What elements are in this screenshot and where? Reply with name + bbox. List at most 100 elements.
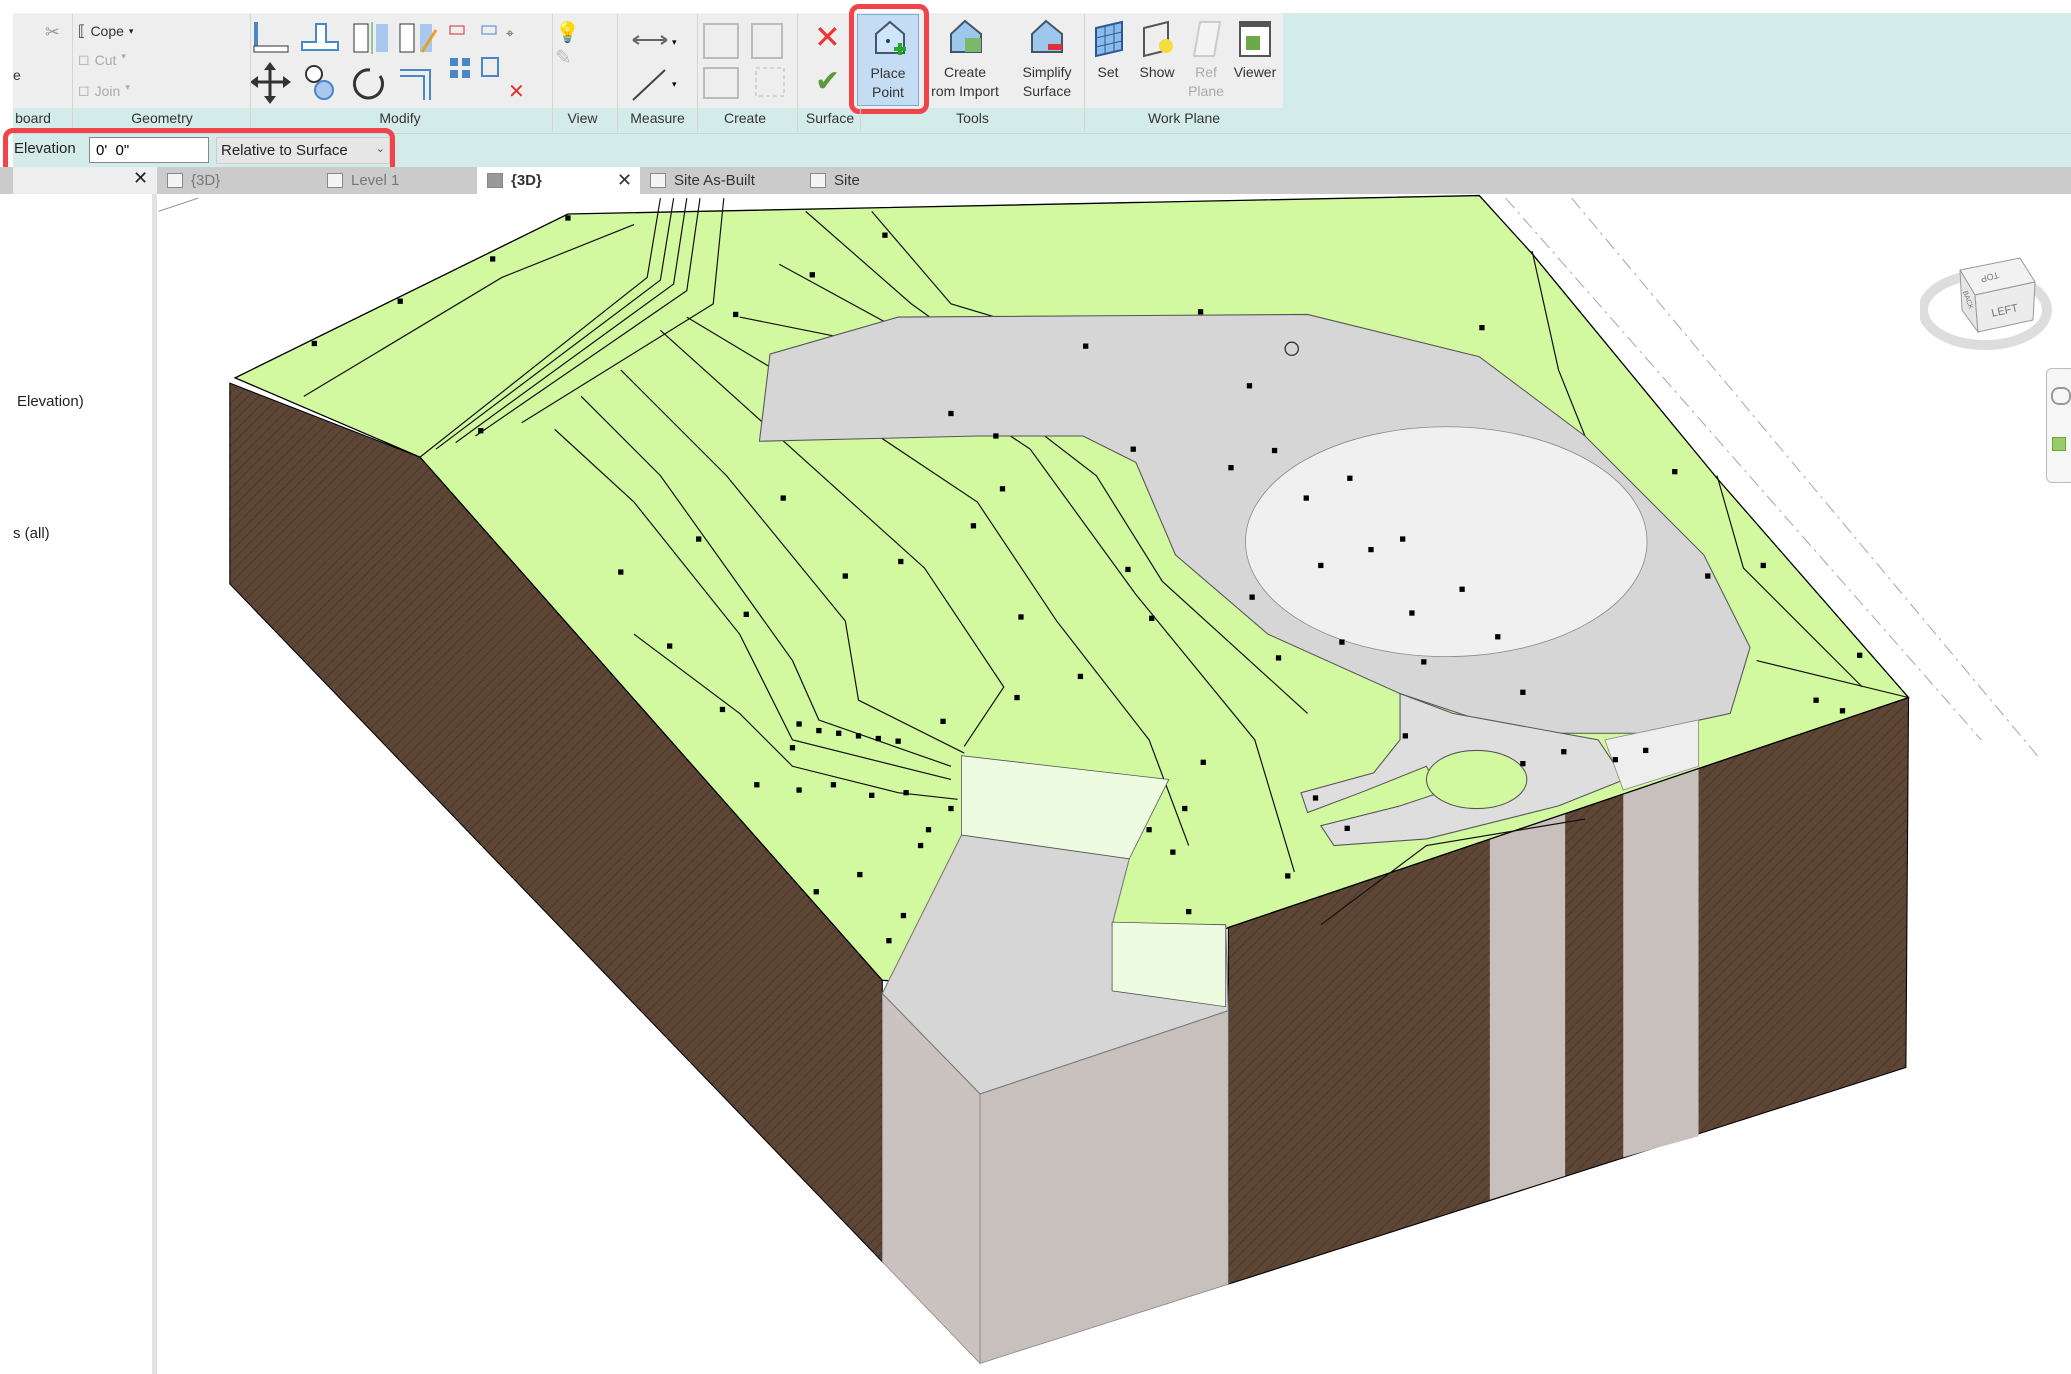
topo-point[interactable] xyxy=(1409,610,1415,616)
show-work-plane-button[interactable]: Show xyxy=(1134,18,1180,106)
topo-point[interactable] xyxy=(857,871,863,878)
topo-point[interactable] xyxy=(903,790,909,796)
topo-point[interactable] xyxy=(719,706,726,713)
topo-point[interactable] xyxy=(1200,759,1206,765)
topo-point[interactable] xyxy=(1249,594,1255,600)
topo-point[interactable] xyxy=(948,805,954,812)
finish-surface-button[interactable]: ✔ xyxy=(815,64,840,99)
viewer-button[interactable]: Viewer xyxy=(1230,18,1280,106)
topo-point[interactable] xyxy=(1672,469,1678,475)
topo-point[interactable] xyxy=(490,256,496,262)
topo-point[interactable] xyxy=(1339,639,1345,645)
topo-point[interactable] xyxy=(1271,447,1278,454)
cut-geometry-button[interactable]: ◻ Cut ▾ xyxy=(78,51,126,70)
topo-point[interactable] xyxy=(1228,465,1234,471)
property-row[interactable]: s (all) xyxy=(13,525,50,542)
topo-point[interactable] xyxy=(733,311,739,318)
topo-point[interactable] xyxy=(1760,562,1766,569)
cancel-surface-button[interactable]: ✕ xyxy=(814,18,841,56)
topo-point[interactable] xyxy=(813,889,819,895)
topo-point[interactable] xyxy=(1400,536,1406,542)
topo-point[interactable] xyxy=(666,643,673,649)
topo-point[interactable] xyxy=(940,718,946,724)
topo-point[interactable] xyxy=(886,938,892,944)
tab-level-1[interactable]: Level 1 xyxy=(317,167,477,194)
align-icon[interactable] xyxy=(253,22,289,53)
topo-point[interactable] xyxy=(1459,586,1465,592)
topo-point[interactable] xyxy=(1479,325,1485,331)
topo-point[interactable] xyxy=(1344,825,1350,832)
close-panel-icon[interactable]: ✕ xyxy=(133,168,148,189)
view-tools-icons[interactable]: 💡 ✎ xyxy=(555,20,625,105)
copy-icon[interactable] xyxy=(305,65,334,100)
topo-point[interactable] xyxy=(1421,659,1427,665)
topo-point[interactable] xyxy=(1014,694,1020,701)
topo-point[interactable] xyxy=(1083,343,1089,349)
topo-point[interactable] xyxy=(397,298,403,304)
topo-point[interactable] xyxy=(1561,749,1567,755)
cut-scissors-icon[interactable]: ✂ xyxy=(45,22,63,42)
topo-point[interactable] xyxy=(875,735,881,742)
close-tab-icon[interactable]: ✕ xyxy=(617,167,632,194)
steering-wheel-icon[interactable] xyxy=(2051,387,2071,405)
simplify-surface-button[interactable]: Simplify Surface xyxy=(1012,18,1082,106)
tab-site[interactable]: Site xyxy=(800,167,960,194)
topo-point[interactable] xyxy=(993,433,999,439)
topo-point[interactable] xyxy=(796,721,802,727)
join-button[interactable]: ◻ Join ▾ xyxy=(78,82,130,101)
viewcube[interactable]: TOP LEFT BACK xyxy=(1918,240,2060,360)
property-row[interactable]: Elevation) xyxy=(17,393,84,410)
topo-point[interactable] xyxy=(1125,566,1131,573)
mirror-axis-icon[interactable] xyxy=(353,22,388,54)
topo-point[interactable] xyxy=(1285,873,1291,879)
topo-point[interactable] xyxy=(1402,733,1408,739)
rotate-icon[interactable] xyxy=(352,68,384,100)
topo-point[interactable] xyxy=(999,486,1006,492)
topo-point[interactable] xyxy=(1705,573,1711,579)
topo-point[interactable] xyxy=(855,733,862,739)
topo-point[interactable] xyxy=(1368,546,1374,553)
topo-point[interactable] xyxy=(836,730,842,736)
topo-point[interactable] xyxy=(1018,614,1024,620)
delete-icon[interactable]: ✕⌖ xyxy=(506,25,525,103)
topo-point[interactable] xyxy=(869,792,875,798)
topo-point[interactable] xyxy=(1520,689,1526,695)
topo-point[interactable] xyxy=(1182,805,1188,812)
zoom-region-icon[interactable] xyxy=(2052,437,2066,451)
topo-point[interactable] xyxy=(917,842,924,849)
topo-point[interactable] xyxy=(1197,309,1204,315)
topo-point[interactable] xyxy=(618,569,624,575)
topo-point[interactable] xyxy=(809,272,815,278)
tab-3d-view[interactable]: {3D} xyxy=(157,167,317,194)
topo-point[interactable] xyxy=(796,787,802,793)
topo-point[interactable] xyxy=(900,912,907,919)
topo-point[interactable] xyxy=(898,558,904,565)
topo-point[interactable] xyxy=(1813,697,1819,703)
topo-point[interactable] xyxy=(311,340,317,347)
trim-extend-icon[interactable] xyxy=(400,69,431,100)
topo-point[interactable] xyxy=(1130,446,1136,452)
topo-point[interactable] xyxy=(1170,849,1176,855)
topo-point[interactable] xyxy=(1839,708,1846,714)
topo-point[interactable] xyxy=(1857,652,1863,658)
create-from-import-button[interactable]: Create rom Import xyxy=(925,18,1005,106)
split-element-icon[interactable] xyxy=(449,25,470,78)
move-icon[interactable] xyxy=(250,62,291,104)
measure-button[interactable]: ▾ ▾ xyxy=(630,25,685,105)
topo-point[interactable] xyxy=(789,745,796,751)
topo-point[interactable] xyxy=(1495,634,1501,640)
topo-point[interactable] xyxy=(1643,747,1649,754)
topo-point[interactable] xyxy=(925,827,932,833)
topo-point[interactable] xyxy=(882,232,888,238)
topo-point[interactable] xyxy=(1347,475,1353,481)
offset-icon[interactable] xyxy=(301,23,339,51)
topo-point[interactable] xyxy=(565,215,571,221)
topo-point[interactable] xyxy=(830,782,837,788)
topo-point[interactable] xyxy=(754,782,760,788)
set-work-plane-button[interactable]: Set xyxy=(1088,18,1128,106)
topo-point[interactable] xyxy=(948,410,954,417)
topo-point[interactable] xyxy=(1520,760,1526,767)
navigation-bar[interactable] xyxy=(2046,368,2071,483)
topo-point[interactable] xyxy=(1312,795,1319,801)
3d-viewport[interactable] xyxy=(0,0,2071,1374)
